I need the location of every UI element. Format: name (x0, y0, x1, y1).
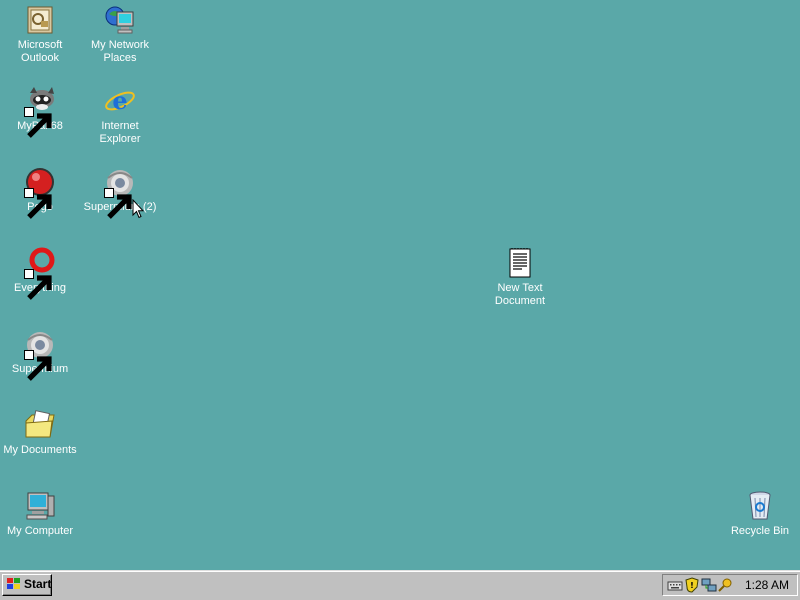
desktop-icon-label: My Network Places (90, 39, 150, 64)
desktop-icon-supermium-2[interactable]: Supermium (2) (80, 166, 160, 219)
desktop[interactable]: Microsoft Outlook My Network Places MyPa… (0, 0, 800, 570)
desktop-icon-label: My Documents (3, 444, 77, 456)
security-shield-icon[interactable]: ! (684, 577, 700, 593)
outlook-icon (24, 4, 56, 36)
network-places-icon (104, 4, 136, 36)
supermium-icon (104, 166, 136, 219)
taskbar-clock[interactable]: 1:28 AM (745, 578, 789, 592)
shortcut-arrow-icon (24, 269, 52, 300)
svg-text:e: e (112, 86, 127, 115)
desktop-icon-my-computer[interactable]: My Computer (0, 490, 80, 538)
desktop-icon-label: Microsoft Outlook (17, 39, 63, 64)
desktop-icon-my-network-places[interactable]: My Network Places (80, 4, 160, 65)
desktop-icon-internet-explorer[interactable]: e Internet Explorer (80, 85, 160, 146)
desktop-icon-supermium[interactable]: Supermium (0, 328, 80, 381)
system-tray: ! 1:28 AM (662, 574, 798, 596)
desktop-icon-new-text-document[interactable]: New Text Document (480, 247, 560, 308)
desktop-icon-label: My Computer (6, 525, 74, 537)
desktop-icon-recycle-bin[interactable]: Recycle Bin (720, 490, 800, 538)
desktop-icon-mypal-68[interactable]: MyPal 68 (0, 85, 80, 138)
start-button[interactable]: Start (2, 574, 52, 596)
internet-explorer-icon: e (104, 85, 136, 117)
taskbar: Start ! 1:28 AM (0, 570, 800, 600)
pego-icon (24, 166, 56, 219)
text-document-icon (504, 247, 536, 279)
search-key-icon[interactable] (718, 577, 734, 593)
desktop-icon-label: New Text Document (494, 282, 546, 307)
shortcut-arrow-icon (24, 107, 52, 138)
desktop-icon-label: Internet Explorer (99, 120, 141, 145)
desktop-icon-everything[interactable]: Everything (0, 247, 80, 300)
desktop-icon-pego[interactable]: Pego (0, 166, 80, 219)
start-button-label: Start (24, 577, 52, 591)
shortcut-arrow-icon (24, 188, 52, 219)
supermium-icon (24, 328, 56, 381)
my-documents-icon (24, 409, 56, 441)
desktop-icon-my-documents[interactable]: My Documents (0, 409, 80, 457)
keyboard-icon[interactable] (667, 577, 683, 593)
windows-logo-icon (6, 577, 22, 591)
recycle-bin-icon (744, 490, 776, 522)
shortcut-arrow-icon (24, 350, 52, 381)
shortcut-arrow-icon (104, 188, 132, 219)
svg-text:!: ! (690, 581, 694, 590)
desktop-icon-label: Recycle Bin (730, 525, 790, 537)
my-computer-icon (24, 490, 56, 522)
network-icon[interactable] (701, 577, 717, 593)
desktop-icon-microsoft-outlook[interactable]: Microsoft Outlook (0, 4, 80, 65)
mypal-icon (24, 85, 56, 138)
everything-icon (24, 247, 56, 300)
